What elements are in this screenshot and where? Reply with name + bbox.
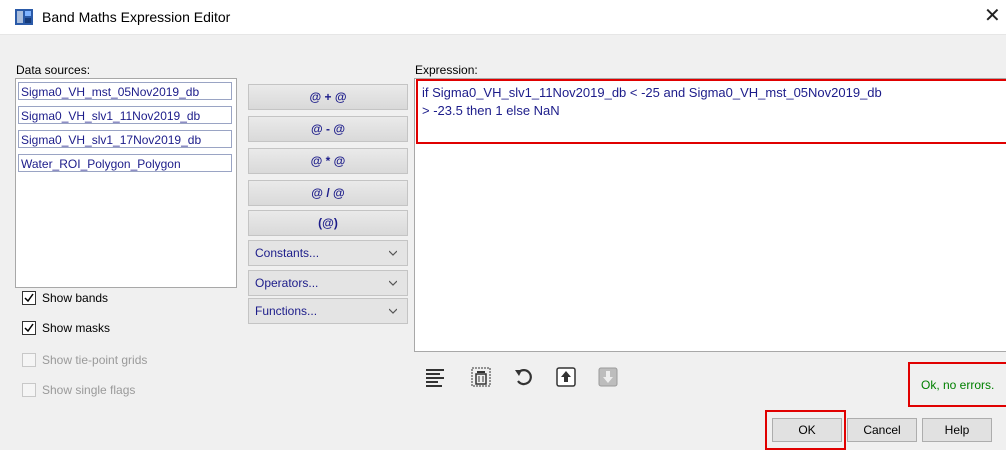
ok-highlight-box <box>765 410 846 450</box>
close-icon[interactable]: ✕ <box>984 5 1001 27</box>
title-bar: Band Maths Expression Editor ✕ <box>0 0 1006 35</box>
multiply-operator-button[interactable]: @ * @ <box>248 148 408 174</box>
show-masks-checkbox[interactable] <box>22 321 36 335</box>
delete-icon[interactable] <box>470 366 492 388</box>
show-bands-checkbox[interactable] <box>22 291 36 305</box>
window-title: Band Maths Expression Editor <box>42 9 231 25</box>
status-message: Ok, no errors. <box>921 378 995 392</box>
data-sources-label: Data sources: <box>16 63 91 77</box>
divide-operator-button[interactable]: @ / @ <box>248 180 408 206</box>
checkmark-icon <box>24 293 34 303</box>
data-source-item[interactable]: Water_ROI_Polygon_Polygon <box>18 154 232 172</box>
help-button[interactable]: Help <box>922 418 992 442</box>
app-icon <box>15 9 33 25</box>
operators-dropdown-label: Operators... <box>255 276 319 290</box>
chevron-down-icon <box>389 308 397 314</box>
show-single-flags-checkbox[interactable] <box>22 383 36 397</box>
save-icon[interactable] <box>597 366 619 388</box>
checkmark-icon <box>24 323 34 333</box>
functions-dropdown[interactable]: Functions... <box>248 298 408 324</box>
chevron-down-icon <box>389 280 397 286</box>
constants-dropdown-label: Constants... <box>255 246 320 260</box>
chevron-down-icon <box>389 250 397 256</box>
data-source-item[interactable]: Sigma0_VH_slv1_11Nov2019_db <box>18 106 232 124</box>
expression-highlight-box <box>416 79 1006 144</box>
data-source-item[interactable]: Sigma0_VH_mst_05Nov2019_db <box>18 82 232 100</box>
show-tie-point-grids-label: Show tie-point grids <box>42 353 148 367</box>
operators-dropdown[interactable]: Operators... <box>248 270 408 296</box>
parentheses-operator-button[interactable]: (@) <box>248 210 408 236</box>
undo-icon[interactable] <box>513 366 535 388</box>
show-bands-label: Show bands <box>42 291 109 305</box>
show-masks-label: Show masks <box>42 321 111 335</box>
expression-label: Expression: <box>415 63 478 77</box>
data-sources-list[interactable]: Sigma0_VH_mst_05Nov2019_db Sigma0_VH_slv… <box>15 78 237 288</box>
show-single-flags-label: Show single flags <box>42 383 136 397</box>
subtract-operator-button[interactable]: @ - @ <box>248 116 408 142</box>
show-tie-point-grids-checkbox[interactable] <box>22 353 36 367</box>
cancel-button[interactable]: Cancel <box>847 418 917 442</box>
data-source-item[interactable]: Sigma0_VH_slv1_17Nov2019_db <box>18 130 232 148</box>
format-icon[interactable] <box>424 366 446 388</box>
add-operator-button[interactable]: @ + @ <box>248 84 408 110</box>
functions-dropdown-label: Functions... <box>255 304 318 318</box>
load-icon[interactable] <box>555 366 577 388</box>
constants-dropdown[interactable]: Constants... <box>248 240 408 266</box>
